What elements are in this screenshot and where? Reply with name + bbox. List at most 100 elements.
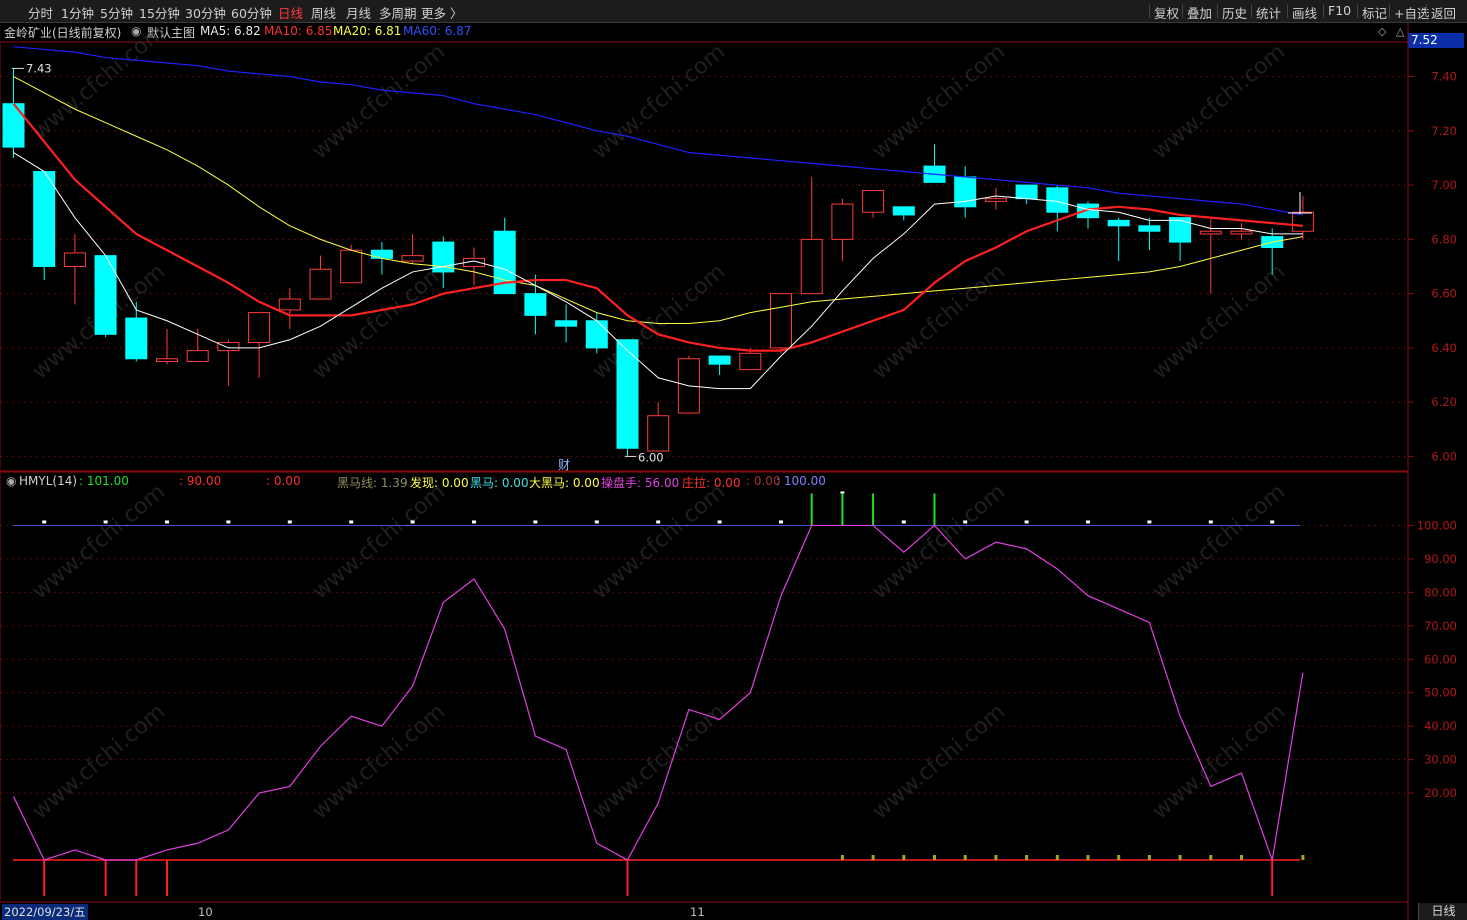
mini-bar xyxy=(902,855,906,860)
period-6[interactable]: 日线 xyxy=(278,3,303,22)
candle-body xyxy=(278,298,301,311)
ma20-value: MA20: 6.81 xyxy=(333,24,402,38)
mini-bar xyxy=(871,855,875,860)
watermark-text: www.cfchi.com xyxy=(868,39,1010,164)
indicator-name[interactable]: HMYL(14) xyxy=(19,474,77,488)
signal-dot xyxy=(901,520,906,524)
toolbar-separator xyxy=(1287,4,1288,18)
candle-body xyxy=(524,293,547,316)
watermark-text: www.cfchi.com xyxy=(1148,479,1290,604)
toolbar-button-3[interactable]: 统计 xyxy=(1256,3,1281,22)
candle-body xyxy=(401,255,424,262)
watermark-text: www.cfchi.com xyxy=(1148,39,1290,164)
mini-bar xyxy=(1086,855,1090,860)
ind-ytick-label: 40.00 xyxy=(1424,719,1457,733)
ind-ytick-label: 30.00 xyxy=(1424,753,1457,767)
watermark-text: www.cfchi.com xyxy=(308,479,450,604)
faxian-value: 发现: 0.00 xyxy=(410,476,469,490)
toolbar-button-0[interactable]: 复权 xyxy=(1154,3,1179,22)
candle-body xyxy=(708,355,731,365)
period-7[interactable]: 周线 xyxy=(311,3,336,22)
period-4[interactable]: 30分钟 xyxy=(185,3,226,22)
candle-body xyxy=(1261,236,1284,249)
toolbar-button-5[interactable]: F10 xyxy=(1328,3,1351,18)
chart-canvas[interactable]: 6.00 6.20 6.40 6.60 6.80 7.00 7.20 7.40 20.00 30.… xyxy=(0,0,1467,920)
collapse-triangle-icon[interactable]: △ xyxy=(1396,25,1404,38)
ma10-line xyxy=(12,103,1303,352)
candle-body xyxy=(892,206,915,216)
candle-body xyxy=(125,317,148,360)
indicator-value-3: : 0.00 xyxy=(266,474,301,488)
main-ytick-label: 7.00 xyxy=(1431,178,1457,192)
candle-body xyxy=(63,252,86,267)
candle-body xyxy=(1138,225,1161,232)
watermark-text: www.cfchi.com xyxy=(28,479,170,604)
xaxis-month-11: 11 xyxy=(690,905,705,919)
main-ytick-label: 6.80 xyxy=(1431,232,1457,246)
diamond-icon[interactable]: ◇ xyxy=(1378,25,1386,38)
mini-bar xyxy=(994,855,998,860)
candle-body xyxy=(616,339,639,449)
indicator-value-5: : 100.00 xyxy=(776,474,826,488)
mini-bar xyxy=(1117,855,1121,860)
period-10[interactable]: 更多 〉 xyxy=(421,3,462,22)
signal-dot xyxy=(349,520,354,524)
signal-dot xyxy=(594,520,599,524)
indicator-expand-icon[interactable]: ◉ xyxy=(6,474,16,488)
period-2[interactable]: 5分钟 xyxy=(100,3,133,22)
candle-body xyxy=(585,320,608,349)
signal-dot xyxy=(656,520,661,524)
period-8[interactable]: 月线 xyxy=(346,3,371,22)
candle-body xyxy=(33,171,56,267)
period-1[interactable]: 1分钟 xyxy=(61,3,94,22)
candle-body xyxy=(677,358,700,414)
toolbar-button-1[interactable]: 叠加 xyxy=(1187,3,1212,22)
watermark-text: www.cfchi.com xyxy=(588,699,730,824)
watermark-text: www.cfchi.com xyxy=(1148,699,1290,824)
candle-body xyxy=(862,190,885,213)
low-price-label: 6.00 xyxy=(638,450,664,464)
main-ytick-label: 7.20 xyxy=(1431,124,1457,138)
template-name[interactable]: 默认主图 xyxy=(147,24,195,41)
watermark-text: www.cfchi.com xyxy=(28,699,170,824)
heima-value: 黑马: 0.00 xyxy=(470,476,529,490)
candle-body xyxy=(248,312,271,343)
watermark-text: www.cfchi.com xyxy=(868,699,1010,824)
mini-bar xyxy=(963,855,967,860)
candle-body xyxy=(770,293,792,349)
candle-body xyxy=(1046,187,1069,213)
signal-dot xyxy=(1147,520,1152,524)
toolbar-button-4[interactable]: 画线 xyxy=(1292,3,1317,22)
period-9[interactable]: 多周期 xyxy=(379,3,417,22)
signal-dot xyxy=(533,520,538,524)
toolbar-button-2[interactable]: 历史 xyxy=(1222,3,1247,22)
toolbar-button-8[interactable]: 返回 xyxy=(1431,3,1456,22)
watermark-text: www.cfchi.com xyxy=(868,479,1010,604)
toolbar-separator xyxy=(1389,4,1390,18)
ind-ytick-label: 60.00 xyxy=(1424,652,1457,666)
toolbar-button-7[interactable]: +自选 xyxy=(1394,3,1429,22)
mini-bar xyxy=(1025,855,1029,860)
candle-body xyxy=(739,352,762,371)
period-tab-daily[interactable]: 日线 xyxy=(1418,903,1467,920)
signal-dot xyxy=(410,520,415,524)
candle-body xyxy=(186,350,209,362)
mini-bar xyxy=(933,855,936,860)
template-icon[interactable]: ◉ xyxy=(131,24,141,38)
finance-marker: 财 xyxy=(558,458,570,472)
ma60-line xyxy=(13,46,1304,216)
period-5[interactable]: 60分钟 xyxy=(231,3,272,22)
ind-ytick-label: 50.00 xyxy=(1424,686,1457,700)
mini-bar xyxy=(1147,855,1151,860)
toolbar-button-6[interactable]: 标记 xyxy=(1362,3,1387,22)
candle-body xyxy=(954,176,977,208)
period-3[interactable]: 15分钟 xyxy=(139,3,180,22)
high-price-label: 7.43 xyxy=(26,61,52,75)
watermark-text: www.cfchi.com xyxy=(308,699,450,824)
watermark-text: www.cfchi.com xyxy=(868,259,1010,384)
period-0[interactable]: 分时 xyxy=(28,3,53,22)
candle-body xyxy=(984,198,1007,202)
caopanshou-value: 操盘手: 56.00 xyxy=(601,476,680,490)
candle-body xyxy=(309,268,332,300)
stock-name[interactable]: 金岭矿业(日线前复权) xyxy=(4,24,121,41)
